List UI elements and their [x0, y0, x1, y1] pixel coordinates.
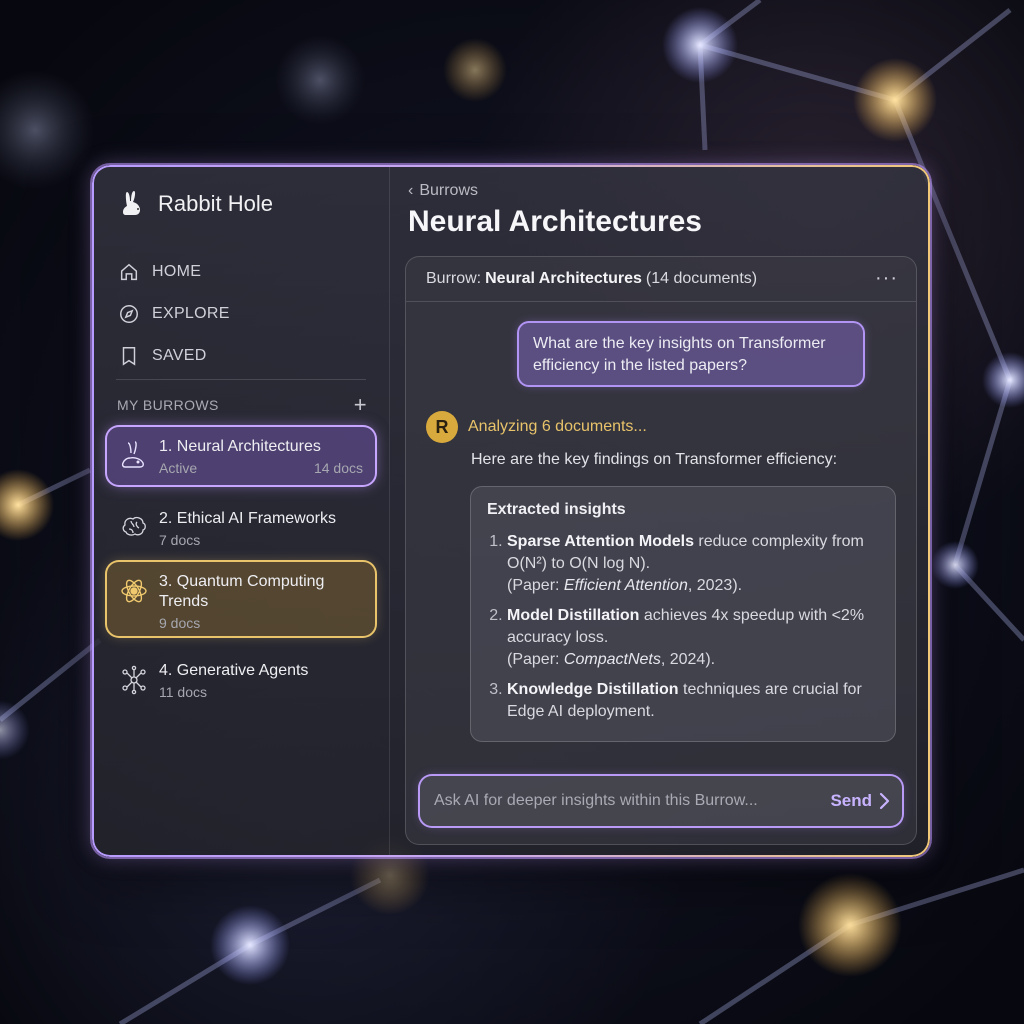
send-button[interactable]: Send	[830, 791, 890, 811]
burrow-item-neural-architectures[interactable]: 1. Neural Architectures Active 14 docs	[107, 427, 375, 485]
burrow-title: 4. Generative Agents	[159, 662, 309, 679]
insight-heading: Model Distillation	[507, 607, 640, 624]
card-header-burrow-name: Neural Architectures	[485, 270, 642, 287]
nav-explore[interactable]: EXPLORE	[118, 293, 230, 335]
chevron-left-icon: ‹	[408, 182, 414, 199]
paper-suffix: , 2023).	[687, 577, 743, 594]
nav-home[interactable]: HOME	[118, 251, 230, 293]
insights-title: Extracted insights	[487, 501, 626, 518]
burrow-item-generative-agents[interactable]: 4. Generative Agents 11 docs	[107, 651, 375, 703]
compass-icon	[120, 305, 138, 323]
paper-prefix: (Paper:	[507, 577, 564, 594]
app-window: Rabbit Hole HOME EXPLORE SAVED MY BURROW…	[92, 165, 930, 857]
page-title: Neural Architectures	[408, 205, 702, 238]
home-icon	[120, 263, 138, 281]
add-burrow-button[interactable]: +	[354, 394, 367, 416]
rabbit-logo-icon	[123, 191, 140, 215]
desktop-background: Rabbit Hole HOME EXPLORE SAVED MY BURROW…	[0, 0, 1024, 1024]
card-header-doc-count: (14 documents)	[645, 270, 758, 287]
paper-title: CompactNets	[563, 651, 661, 668]
atom-icon	[121, 579, 147, 603]
paper-suffix: , 2024).	[660, 651, 716, 668]
ai-status-text: Analyzing 6 documents...	[468, 418, 647, 435]
burrow-count: 7 docs	[159, 532, 201, 548]
burrow-count: 14 docs	[313, 460, 363, 476]
paper-title: Efficient Attention	[563, 577, 688, 594]
ai-status-row: R Analyzing 6 documents...	[426, 411, 647, 443]
brand[interactable]: Rabbit Hole	[118, 189, 273, 219]
burrow-title: 1. Neural Architectures	[159, 438, 321, 455]
insights-card: Extracted insights Sparse Attention Mode…	[470, 486, 896, 742]
back-to-burrows-link[interactable]: ‹ Burrows	[408, 182, 478, 200]
user-message-bubble: What are the key insights on Transformer…	[519, 323, 863, 385]
app-name: Rabbit Hole	[158, 191, 273, 216]
my-burrows-header: MY BURROWS +	[117, 394, 367, 416]
chat-input[interactable]	[432, 791, 831, 811]
paper-prefix: (Paper:	[507, 651, 564, 668]
burrow-title: 2. Ethical AI Frameworks	[159, 510, 336, 527]
burrow-title: 3. Quantum Computing Trends	[159, 573, 325, 610]
rabbit-icon	[121, 441, 144, 468]
sidebar: Rabbit Hole HOME EXPLORE SAVED MY BURROW…	[92, 165, 390, 857]
insight-heading: Sparse Attention Models	[507, 533, 694, 550]
burrow-item-quantum-computing[interactable]: 3. Quantum Computing Trends 9 docs	[107, 562, 375, 636]
ai-avatar: R	[426, 411, 458, 443]
insight-item: Sparse Attention Models reduce complexit…	[507, 531, 879, 597]
chat-card: Burrow: Neural Architectures (14 documen…	[405, 256, 917, 845]
main-nav: HOME EXPLORE SAVED	[118, 251, 230, 377]
back-label: Burrows	[419, 182, 479, 199]
burrow-count: 11 docs	[159, 684, 207, 700]
insights-list: Sparse Attention Models reduce complexit…	[487, 531, 879, 723]
sidebar-divider	[116, 379, 366, 380]
chat-composer: Send	[420, 776, 902, 826]
nav-saved-label: SAVED	[152, 347, 207, 364]
nav-saved[interactable]: SAVED	[118, 335, 230, 377]
chat-card-header: Burrow: Neural Architectures (14 documen…	[406, 257, 916, 302]
more-options-icon[interactable]: ···	[875, 267, 898, 290]
card-header-prefix: Burrow:	[426, 270, 482, 287]
my-burrows-title: MY BURROWS	[117, 397, 219, 413]
insight-item: Knowledge Distillation techniques are cr…	[507, 679, 879, 723]
nav-home-label: HOME	[152, 263, 202, 280]
bookmark-icon	[122, 347, 136, 366]
insight-item: Model Distillation achieves 4x speedup w…	[507, 605, 879, 671]
chevron-right-icon	[879, 792, 890, 810]
burrow-item-ethical-ai[interactable]: 2. Ethical AI Frameworks 7 docs	[107, 499, 375, 551]
burrow-count: 9 docs	[159, 615, 201, 631]
network-icon	[122, 665, 146, 695]
nav-explore-label: EXPLORE	[152, 305, 230, 322]
main-panel: ‹ Burrows Neural Architectures Burrow: N…	[390, 165, 930, 857]
brain-icon	[122, 516, 146, 536]
insight-heading: Knowledge Distillation	[507, 681, 679, 698]
send-label: Send	[830, 791, 872, 810]
burrow-status: Active	[159, 460, 198, 476]
ai-intro-text: Here are the key findings on Transformer…	[471, 451, 838, 468]
